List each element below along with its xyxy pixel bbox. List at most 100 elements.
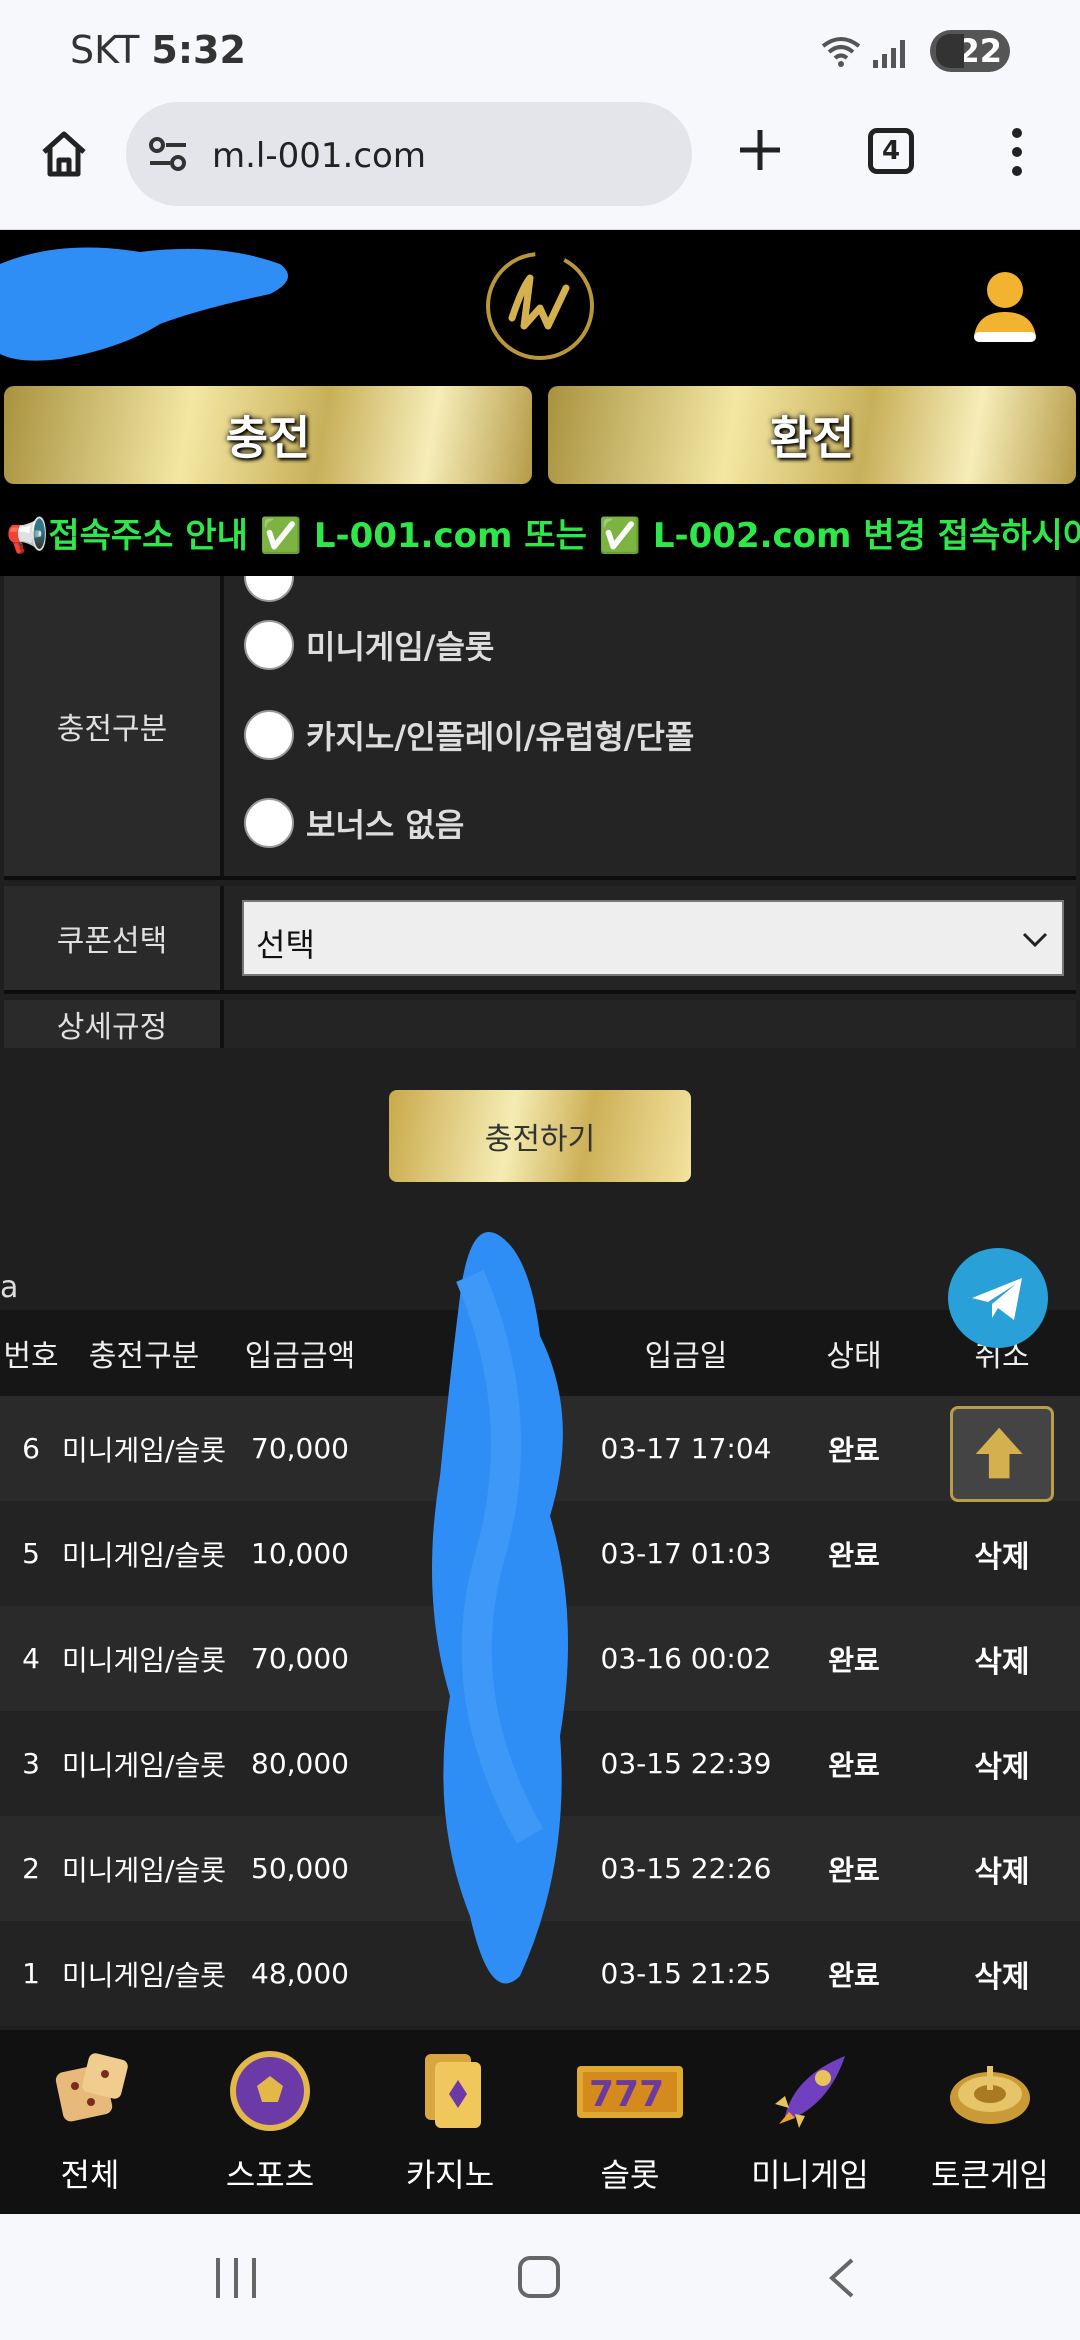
coupon-select[interactable]: 선택 <box>242 900 1064 976</box>
site-settings-icon[interactable] <box>148 136 188 172</box>
row-type: 미니게임/슬롯 <box>62 1538 226 1572</box>
redaction-scribble <box>432 1232 568 1984</box>
notice-text: 📢접속주소 안내 ✅ L-001.com 또는 ✅ L-002.com 변경 접… <box>6 516 1080 556</box>
row-amount: 10,000 <box>251 1537 349 1570</box>
row-amount: 70,000 <box>251 1642 349 1675</box>
clock-text: 5:32 <box>151 28 246 72</box>
slot-777-icon: 777 <box>577 2066 683 2118</box>
row-no: 3 <box>22 1747 40 1780</box>
battery-indicator: 22 <box>930 30 1010 72</box>
rules-row: 상세규정 <box>4 1000 1076 1048</box>
system-home-icon[interactable] <box>518 2256 560 2298</box>
charging-icon <box>936 34 964 68</box>
row-no: 4 <box>22 1642 40 1675</box>
radio-option-hidden[interactable] <box>244 576 294 602</box>
action-buttons-row: 충전 환전 <box>0 380 1080 490</box>
wifi-icon <box>821 37 861 67</box>
row-amount: 70,000 <box>251 1432 349 1465</box>
battery-level: 22 <box>957 32 1002 70</box>
category-token-game[interactable]: 토큰게임 <box>900 2030 1080 2214</box>
row-date: 03-15 22:26 <box>600 1852 772 1885</box>
row-status: 완료 <box>828 1853 880 1887</box>
category-minigame[interactable]: 미니게임 <box>720 2030 900 2214</box>
rules-label: 상세규정 <box>4 1000 224 1048</box>
redaction-scribble <box>0 247 288 361</box>
charge-content: 충전구분 미니게임/슬롯 카지노/인플레이/유럽형/단폴 보너스 없음 쿠폰선택… <box>0 576 1080 2030</box>
back-icon[interactable] <box>826 2256 856 2300</box>
more-menu-icon[interactable] <box>1010 128 1024 176</box>
delete-button[interactable]: 삭제 <box>930 1921 1074 2026</box>
cards-icon <box>425 2054 481 2128</box>
signal-indicators <box>819 34 905 68</box>
header-type: 충전구분 <box>88 1339 200 1374</box>
header-date: 입금일 <box>644 1339 728 1374</box>
header-status: 상태 <box>826 1339 882 1374</box>
soccer-ball-icon <box>230 2051 310 2131</box>
header-no: 번호 <box>3 1339 59 1374</box>
status-bar: SKT 5:32 22 <box>0 0 1080 98</box>
stray-text: a <box>0 1270 19 1305</box>
radio-option-casino[interactable]: 카지노/인플레이/유럽형/단폴 <box>244 710 694 760</box>
address-bar[interactable]: m.l-001.com <box>126 102 692 206</box>
site-logo[interactable] <box>482 248 598 364</box>
coupon-select-value: 선택 <box>256 926 315 964</box>
row-type: 미니게임/슬롯 <box>62 1748 226 1782</box>
radio-option-no-bonus[interactable]: 보너스 없음 <box>244 798 464 848</box>
row-status: 완료 <box>828 1748 880 1782</box>
row-date: 03-17 17:04 <box>600 1432 772 1465</box>
radio-button[interactable] <box>244 710 294 760</box>
scroll-top-button[interactable] <box>950 1406 1054 1502</box>
site-header <box>0 230 1080 380</box>
carrier-text: SKT <box>70 28 140 72</box>
roulette-icon <box>950 2066 1030 2124</box>
user-account-icon[interactable] <box>970 266 1040 346</box>
charge-type-row: 충전구분 미니게임/슬롯 카지노/인플레이/유럽형/단폴 보너스 없음 <box>4 576 1076 880</box>
delete-button[interactable]: 삭제 <box>930 1606 1074 1711</box>
dice-icon <box>55 2053 128 2122</box>
radio-button[interactable] <box>244 798 294 848</box>
coupon-label: 쿠폰선택 <box>4 886 224 990</box>
delete-button[interactable]: 삭제 <box>930 1816 1074 1921</box>
tab-switcher-button[interactable]: 4 <box>868 128 914 174</box>
row-status: 완료 <box>828 1538 880 1572</box>
home-icon[interactable] <box>38 128 90 180</box>
coupon-row: 쿠폰선택 선택 <box>4 886 1076 994</box>
delete-button[interactable]: 삭제 <box>930 1711 1074 1816</box>
cell-signal-icon <box>873 38 905 68</box>
telegram-button[interactable] <box>948 1248 1048 1348</box>
row-date: 03-17 01:03 <box>600 1537 772 1570</box>
category-all[interactable]: 전체 <box>0 2030 180 2214</box>
status-carrier-time: SKT 5:32 <box>70 28 246 72</box>
category-sports[interactable]: 스포츠 <box>180 2030 360 2214</box>
category-label: 미니게임 <box>751 2156 869 2194</box>
row-type: 미니게임/슬롯 <box>62 1643 226 1677</box>
radio-button[interactable] <box>244 620 294 670</box>
radio-label: 미니게임/슬롯 <box>306 628 495 666</box>
row-no: 6 <box>22 1432 40 1465</box>
row-no: 5 <box>22 1537 40 1570</box>
category-casino[interactable]: 카지노 <box>360 2030 540 2214</box>
row-date: 03-16 00:02 <box>600 1642 772 1675</box>
exchange-button[interactable]: 환전 <box>548 386 1076 484</box>
category-nav: 전체 스포츠 카지노 777 슬롯 미니게임 토큰게임 <box>0 2030 1080 2214</box>
category-slot[interactable]: 777 슬롯 <box>540 2030 720 2214</box>
notice-marquee: 📢접속주소 안내 ✅ L-001.com 또는 ✅ L-002.com 변경 접… <box>0 490 1080 576</box>
system-nav-bar <box>0 2214 1080 2340</box>
header-amount: 입금금액 <box>244 1339 356 1374</box>
submit-charge-button[interactable]: 충전하기 <box>389 1090 691 1182</box>
radio-label: 보너스 없음 <box>306 806 465 844</box>
row-type: 미니게임/슬롯 <box>62 1433 226 1467</box>
charge-button[interactable]: 충전 <box>4 386 532 484</box>
recent-apps-icon[interactable] <box>216 2258 256 2298</box>
delete-button[interactable]: 삭제 <box>930 1501 1074 1606</box>
radio-option-minigame[interactable]: 미니게임/슬롯 <box>244 620 494 670</box>
row-no: 2 <box>22 1852 40 1885</box>
row-date: 03-15 22:39 <box>600 1747 772 1780</box>
category-label: 토큰게임 <box>931 2156 1049 2194</box>
url-text: m.l-001.com <box>212 136 426 176</box>
row-no: 1 <box>22 1957 40 1990</box>
row-type: 미니게임/슬롯 <box>62 1853 226 1887</box>
radio-button[interactable] <box>244 576 294 602</box>
new-tab-icon[interactable] <box>736 126 784 174</box>
row-type: 미니게임/슬롯 <box>62 1958 226 1992</box>
